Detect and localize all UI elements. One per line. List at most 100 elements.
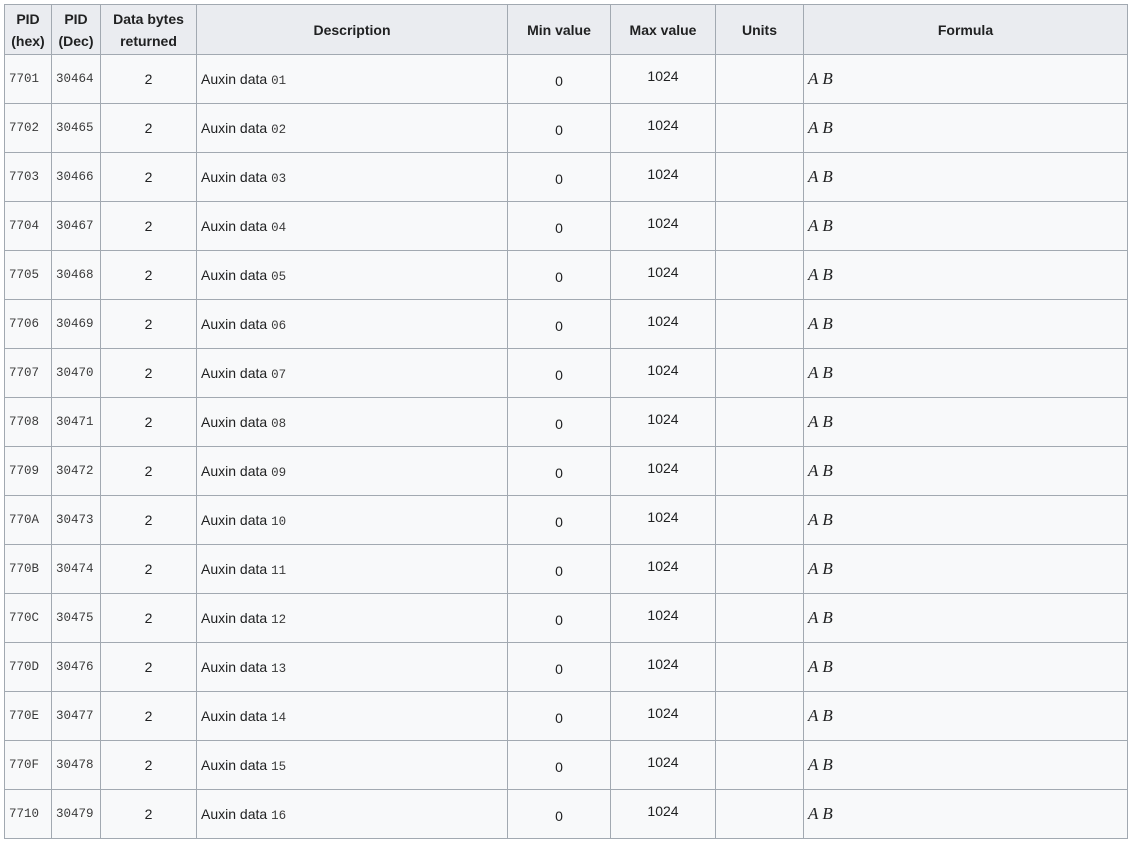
max-value-cell: 1024 [610,446,716,496]
description-text: Auxin data [201,364,268,381]
min-value: 0 [555,710,563,726]
min-value: 0 [555,612,563,628]
pid-dec-cell: 30468 [51,250,101,300]
pid-dec-cell: 30474 [51,544,101,594]
description-cell: Auxin data 05 [196,250,508,300]
min-value: 0 [555,122,563,138]
min-value: 0 [555,808,563,824]
formula-cell: A B [803,544,1128,594]
description-text: Auxin data [201,560,268,577]
formula-cell: A B [803,740,1128,790]
data-bytes-cell: 2 [100,446,197,496]
min-value-cell: 0 [507,642,611,692]
description-text: Auxin data [201,805,268,822]
pid-dec-cell: 30465 [51,103,101,153]
max-value-cell: 1024 [610,642,716,692]
description-number: 09 [271,465,287,480]
min-value-cell: 0 [507,299,611,349]
pid-hex-cell: 7705 [4,250,52,300]
description-number: 07 [271,367,287,382]
units-cell [715,250,804,300]
max-value-cell: 1024 [610,103,716,153]
max-value: 1024 [647,117,679,133]
formula-cell: A B [803,103,1128,153]
units-cell [715,642,804,692]
header-row: PID (hex) PID (Dec) Data bytes returned … [4,4,1128,55]
pid-hex-cell: 770D [4,642,52,692]
description-cell: Auxin data 15 [196,740,508,790]
description-cell: Auxin data 12 [196,593,508,643]
min-value: 0 [555,465,563,481]
description-text: Auxin data [201,413,268,430]
max-value-cell: 1024 [610,152,716,202]
formula-cell: A B [803,495,1128,545]
header-pid-hex[interactable]: PID (hex) [4,4,52,55]
min-value: 0 [555,563,563,579]
pid-hex-cell: 7702 [4,103,52,153]
pid-dec-cell: 30467 [51,201,101,251]
description-cell: Auxin data 16 [196,789,508,839]
pid-hex-cell: 770B [4,544,52,594]
max-value-cell: 1024 [610,740,716,790]
min-value-cell: 0 [507,446,611,496]
formula-cell: A B [803,593,1128,643]
pid-table-container: PID (hex) PID (Dec) Data bytes returned … [4,4,1128,839]
formula-cell: A B [803,348,1128,398]
min-value-cell: 0 [507,397,611,447]
units-cell [715,789,804,839]
units-cell [715,544,804,594]
header-units[interactable]: Units [715,4,804,55]
header-min-value[interactable]: Min value [507,4,611,55]
header-description[interactable]: Description [196,4,508,55]
pid-hex-cell: 7709 [4,446,52,496]
min-value-cell: 0 [507,593,611,643]
units-cell [715,397,804,447]
pid-dec-cell: 30464 [51,54,101,104]
max-value-cell: 1024 [610,54,716,104]
pid-hex-cell: 770E [4,691,52,741]
description-cell: Auxin data 07 [196,348,508,398]
description-number: 01 [271,73,287,88]
max-value: 1024 [647,558,679,574]
description-text: Auxin data [201,315,268,332]
data-bytes-cell: 2 [100,299,197,349]
max-value: 1024 [647,803,679,819]
description-cell: Auxin data 13 [196,642,508,692]
header-data-bytes[interactable]: Data bytes returned [100,4,197,55]
header-max-value[interactable]: Max value [610,4,716,55]
data-bytes-cell: 2 [100,740,197,790]
description-number: 14 [271,710,287,725]
header-pid-dec[interactable]: PID (Dec) [51,4,101,55]
formula-cell: A B [803,397,1128,447]
formula-cell: A B [803,691,1128,741]
min-value-cell: 0 [507,103,611,153]
description-text: Auxin data [201,609,268,626]
data-bytes-cell: 2 [100,250,197,300]
max-value: 1024 [647,215,679,231]
description-number: 12 [271,612,287,627]
units-cell [715,103,804,153]
description-number: 11 [271,563,287,578]
table-row: 7709 30472 2 Auxin data 09 0 1024 A B [4,446,1128,496]
table-row: 7703 30466 2 Auxin data 03 0 1024 A B [4,152,1128,202]
data-bytes-cell: 2 [100,691,197,741]
pid-dec-cell: 30477 [51,691,101,741]
data-bytes-cell: 2 [100,642,197,692]
description-cell: Auxin data 02 [196,103,508,153]
table-row: 7710 30479 2 Auxin data 16 0 1024 A B [4,789,1128,839]
description-text: Auxin data [201,266,268,283]
formula-cell: A B [803,152,1128,202]
formula-cell: A B [803,250,1128,300]
data-bytes-cell: 2 [100,152,197,202]
table-row: 770D 30476 2 Auxin data 13 0 1024 A B [4,642,1128,692]
header-formula[interactable]: Formula [803,4,1128,55]
description-text: Auxin data [201,707,268,724]
max-value-cell: 1024 [610,201,716,251]
table-row: 770E 30477 2 Auxin data 14 0 1024 A B [4,691,1128,741]
pid-hex-cell: 770F [4,740,52,790]
max-value-cell: 1024 [610,544,716,594]
min-value-cell: 0 [507,691,611,741]
table-row: 770F 30478 2 Auxin data 15 0 1024 A B [4,740,1128,790]
description-number: 10 [271,514,287,529]
table-row: 7706 30469 2 Auxin data 06 0 1024 A B [4,299,1128,349]
